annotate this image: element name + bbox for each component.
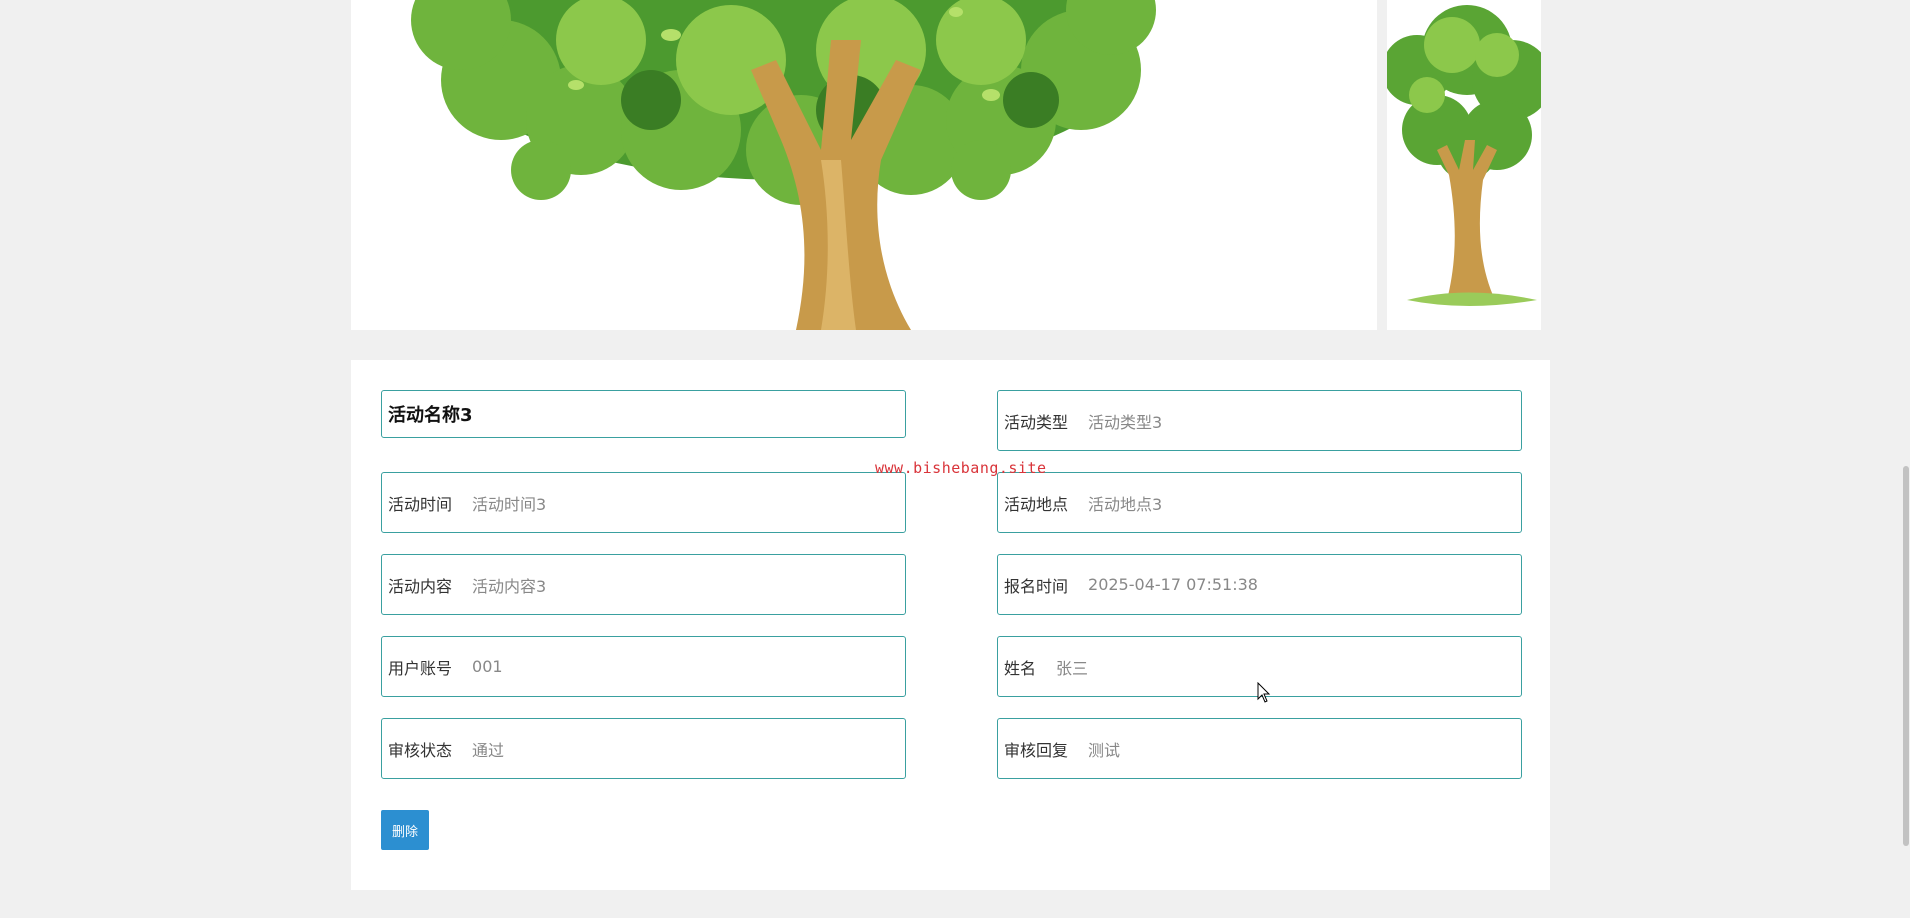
field-review-reply: 审核回复 测试 xyxy=(997,718,1522,779)
signup-time-label: 报名时间 xyxy=(1004,576,1069,596)
name-label: 姓名 xyxy=(1004,658,1037,678)
field-review-status: 审核状态 通过 xyxy=(381,718,906,779)
scrollbar-thumb[interactable] xyxy=(1903,466,1909,846)
field-activity-content: 活动内容 活动内容3 xyxy=(381,554,906,615)
user-account-value: 001 xyxy=(472,657,503,676)
field-signup-time: 报名时间 2025-04-17 07:51:38 xyxy=(997,554,1522,615)
activity-name-text: 活动名称3 xyxy=(388,405,473,426)
user-account-label: 用户账号 xyxy=(388,658,453,678)
activity-location-label: 活动地点 xyxy=(1004,494,1069,514)
activity-image-thumbnail[interactable] xyxy=(1387,0,1541,330)
field-user-account: 用户账号 001 xyxy=(381,636,906,697)
activity-image-main[interactable] xyxy=(351,0,1377,330)
activity-signup-detail-card: 活动名称3 活动类型 活动类型3 活动时间 活动时间3 活动地点 活动地点3 活… xyxy=(351,360,1550,890)
image-gallery xyxy=(351,0,1541,330)
tree-thumbnail-illustration xyxy=(1387,0,1541,330)
field-activity-type: 活动类型 活动类型3 xyxy=(997,390,1522,451)
activity-type-value: 活动类型3 xyxy=(1088,412,1163,432)
field-activity-time: 活动时间 活动时间3 xyxy=(381,472,906,533)
delete-button[interactable]: 删除 xyxy=(381,810,429,850)
activity-time-label: 活动时间 xyxy=(388,494,453,514)
activity-content-value: 活动内容3 xyxy=(472,576,547,596)
review-reply-value: 测试 xyxy=(1088,740,1121,760)
review-status-label: 审核状态 xyxy=(388,740,453,760)
activity-name-title: 活动名称3 xyxy=(381,390,906,438)
site-watermark: www.bishebang.site xyxy=(875,459,1047,477)
activity-time-value: 活动时间3 xyxy=(472,494,547,514)
tree-illustration xyxy=(411,0,1156,330)
activity-type-label: 活动类型 xyxy=(1004,412,1069,432)
field-activity-location: 活动地点 活动地点3 xyxy=(997,472,1522,533)
mouse-cursor-icon xyxy=(1257,682,1271,703)
activity-content-label: 活动内容 xyxy=(388,576,453,596)
signup-time-value: 2025-04-17 07:51:38 xyxy=(1088,575,1258,594)
review-status-value: 通过 xyxy=(472,740,505,760)
review-reply-label: 审核回复 xyxy=(1004,740,1069,760)
name-value: 张三 xyxy=(1056,658,1089,678)
activity-location-value: 活动地点3 xyxy=(1088,494,1163,514)
page-scrollbar[interactable] xyxy=(1902,0,1910,918)
